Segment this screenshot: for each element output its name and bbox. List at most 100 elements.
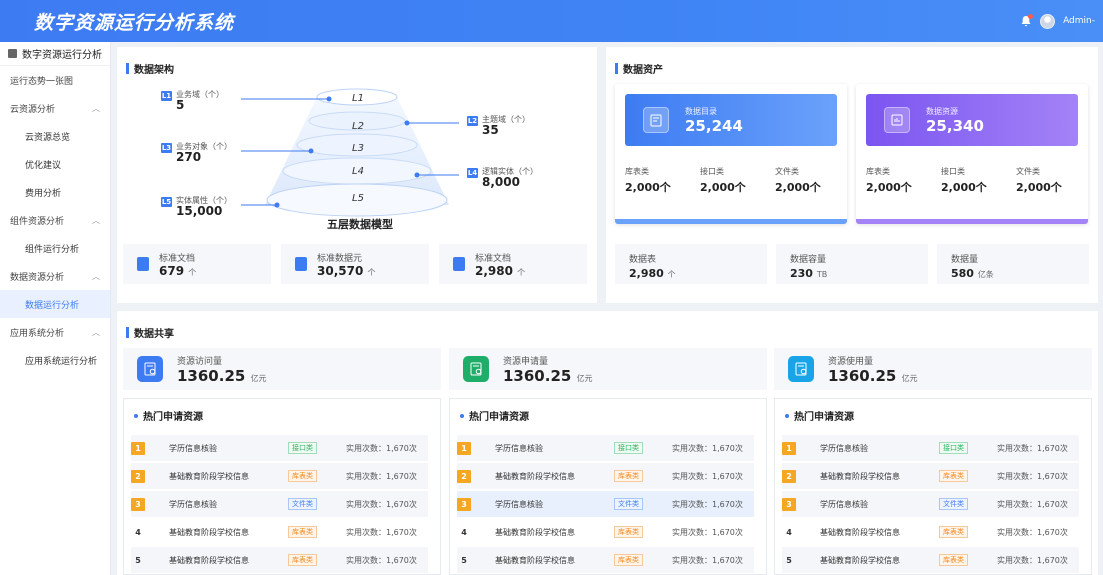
sidebar-item-label: 组件运行分析 — [25, 244, 80, 255]
resource-type-tag: 接口类 — [939, 442, 968, 454]
table-row[interactable]: 5 基础教育阶段学校信息 库表类 实用次数：1,670次 — [457, 547, 754, 573]
table-row[interactable]: 4 基础教育阶段学校信息 库表类 实用次数：1,670次 — [131, 519, 428, 545]
resource-type-tag: 库表类 — [288, 526, 317, 538]
share-stat-card: 资源使用量 1360.25 亿元 — [774, 348, 1092, 390]
table-row[interactable]: 2 基础教育阶段学校信息 库表类 实用次数：1,670次 — [782, 463, 1079, 489]
resource-accent-bar — [856, 219, 1088, 224]
sidebar-item[interactable]: 组件资源分析 ︿ — [0, 206, 110, 234]
table-row[interactable]: 1 学历信息核验 接口类 实用次数：1,670次 — [457, 435, 754, 461]
sidebar-item[interactable]: 优化建议 — [0, 150, 110, 178]
layer-l4-label: L4 — [352, 166, 364, 177]
share-stat-card: 资源访问量 1360.25 亿元 — [123, 348, 441, 390]
table-row[interactable]: 4 基础教育阶段学校信息 库表类 实用次数：1,670次 — [457, 519, 754, 545]
chevron-up-icon[interactable]: ︿ — [92, 215, 100, 226]
rank-badge: 4 — [461, 527, 467, 537]
sidebar-header[interactable]: 数字资源运行分析 — [0, 42, 110, 66]
bell-icon[interactable] — [1020, 14, 1034, 27]
sidebar-item-label: 费用分析 — [25, 188, 62, 199]
sidebar-item-label: 云资源分析 — [10, 104, 56, 115]
rank-badge: 4 — [786, 527, 792, 537]
document-check-icon — [137, 356, 163, 382]
chevron-up-icon[interactable]: ︿ — [92, 103, 100, 114]
table-row[interactable]: 3 学历信息核验 文件类 实用次数：1,670次 — [131, 491, 428, 517]
share-title: 数据共享 — [126, 325, 174, 340]
hot-resources-box: 热门申请资源 1 学历信息核验 接口类 实用次数：1,670次 2 基础教育阶段学校信息 库表… — [774, 398, 1092, 575]
file-icon — [453, 257, 465, 271]
rank-badge: 1 — [782, 441, 796, 455]
catalog-sub-api: 接口类 2,000个 — [700, 167, 746, 194]
avatar[interactable] — [1040, 13, 1056, 29]
table-row[interactable]: 1 学历信息核验 接口类 实用次数：1,670次 — [131, 435, 428, 461]
chevron-up-icon[interactable]: ︿ — [92, 271, 100, 282]
table-row[interactable]: 2 基础教育阶段学校信息 库表类 实用次数：1,670次 — [131, 463, 428, 489]
resource-type-tag: 库表类 — [288, 554, 317, 566]
resource-type-tag: 库表类 — [614, 470, 643, 482]
resource-name: 基础教育阶段学校信息 — [820, 555, 900, 565]
hot-title: 热门申请资源 — [785, 408, 854, 423]
stat-data-tables: 数据表 2,980 个 — [615, 244, 767, 284]
sidebar-item[interactable]: 数据资源分析 ︿ — [0, 262, 110, 290]
rank-badge: 5 — [461, 555, 467, 565]
sidebar-item[interactable]: 应用系统分析 ︿ — [0, 318, 110, 346]
hot-title: 热门申请资源 — [134, 408, 203, 423]
usage-count: 实用次数：1,670次 — [346, 471, 417, 481]
sidebar-item[interactable]: 云资源分析 ︿ — [0, 94, 110, 122]
layer-info-l2: L2 主题域（个） 35 — [467, 115, 530, 137]
resource-type-tag: 库表类 — [614, 554, 643, 566]
usage-count: 实用次数：1,670次 — [672, 499, 743, 509]
catalog-sub-file: 文件类 2,000个 — [775, 167, 821, 194]
usage-count: 实用次数：1,670次 — [997, 471, 1068, 481]
stat-standard-doc-2: 标准文档 2,980 个 — [439, 244, 587, 284]
rank-badge: 3 — [782, 497, 796, 511]
rank-badge: 5 — [135, 555, 141, 565]
chevron-up-icon[interactable]: ︿ — [92, 327, 100, 338]
table-row[interactable]: 3 学历信息核验 文件类 实用次数：1,670次 — [457, 491, 754, 517]
share-stat-name: 资源使用量 — [828, 356, 874, 367]
chart-icon — [884, 107, 910, 133]
catalog-icon — [643, 107, 669, 133]
layer-l3-label: L3 — [352, 143, 364, 154]
table-row[interactable]: 5 基础教育阶段学校信息 库表类 实用次数：1,670次 — [782, 547, 1079, 573]
resource-name: 基础教育阶段学校信息 — [169, 471, 249, 481]
architecture-panel: 数据架构 L1 L2 L3 L4 L5 五层数据模型 L1 业务域（个） 5 L2… — [117, 47, 597, 303]
table-row[interactable]: 5 基础教育阶段学校信息 库表类 实用次数：1,670次 — [131, 547, 428, 573]
asset-card-catalog[interactable]: 数据目录 25,244 库表类 2,000个 接口类 2,000个 文件类 2,000个 — [615, 84, 847, 224]
sidebar-item[interactable]: 运行态势一张图 — [0, 66, 110, 94]
user-name[interactable]: Admin- — [1063, 16, 1095, 26]
resource-type-tag: 接口类 — [288, 442, 317, 454]
table-row[interactable]: 2 基础教育阶段学校信息 库表类 实用次数：1,670次 — [457, 463, 754, 489]
resource-name: 基础教育阶段学校信息 — [169, 555, 249, 565]
resource-name: 基础教育阶段学校信息 — [169, 527, 249, 537]
table-row[interactable]: 4 基础教育阶段学校信息 库表类 实用次数：1,670次 — [782, 519, 1079, 545]
asset-card-resource[interactable]: 数据资源 25,340 库表类 2,000个 接口类 2,000个 文件类 2,000个 — [856, 84, 1088, 224]
sidebar-item[interactable]: 应用系统运行分析 — [0, 346, 110, 374]
table-row[interactable]: 3 学历信息核验 文件类 实用次数：1,670次 — [782, 491, 1079, 517]
sidebar-item-label: 数据资源分析 — [10, 272, 65, 283]
notification-dot — [1028, 14, 1034, 19]
model-label: 五层数据模型 — [327, 218, 393, 231]
rank-badge: 3 — [131, 497, 145, 511]
top-header: 数字资源运行分析系统 Admin- — [0, 0, 1103, 42]
usage-count: 实用次数：1,670次 — [997, 555, 1068, 565]
sidebar-item-label: 应用系统运行分析 — [25, 356, 98, 367]
table-row[interactable]: 1 学历信息核验 接口类 实用次数：1,670次 — [782, 435, 1079, 461]
resource-name: 学历信息核验 — [169, 499, 217, 509]
share-stat-unit: 亿元 — [901, 373, 918, 383]
catalog-banner: 数据目录 25,244 — [625, 94, 837, 146]
sidebar-item[interactable]: 数据运行分析 — [0, 290, 110, 318]
resource-type-tag: 文件类 — [288, 498, 317, 510]
stat-standard-element: 标准数据元 30,570 个 — [281, 244, 429, 284]
resource-type-tag: 库表类 — [939, 470, 968, 482]
rank-badge: 2 — [457, 469, 471, 483]
sidebar-item-label: 数据运行分析 — [25, 300, 80, 311]
sidebar-item[interactable]: 云资源总览 — [0, 122, 110, 150]
resource-type-tag: 库表类 — [939, 526, 968, 538]
sidebar-item[interactable]: 组件运行分析 — [0, 234, 110, 262]
resource-sub-file: 文件类 2,000个 — [1016, 167, 1062, 194]
resource-type-tag: 接口类 — [614, 442, 643, 454]
resource-type-tag: 文件类 — [939, 498, 968, 510]
sidebar-item[interactable]: 费用分析 — [0, 178, 110, 206]
rank-badge: 1 — [457, 441, 471, 455]
resource-type-tag: 文件类 — [614, 498, 643, 510]
layer-l2-label: L2 — [352, 121, 364, 132]
